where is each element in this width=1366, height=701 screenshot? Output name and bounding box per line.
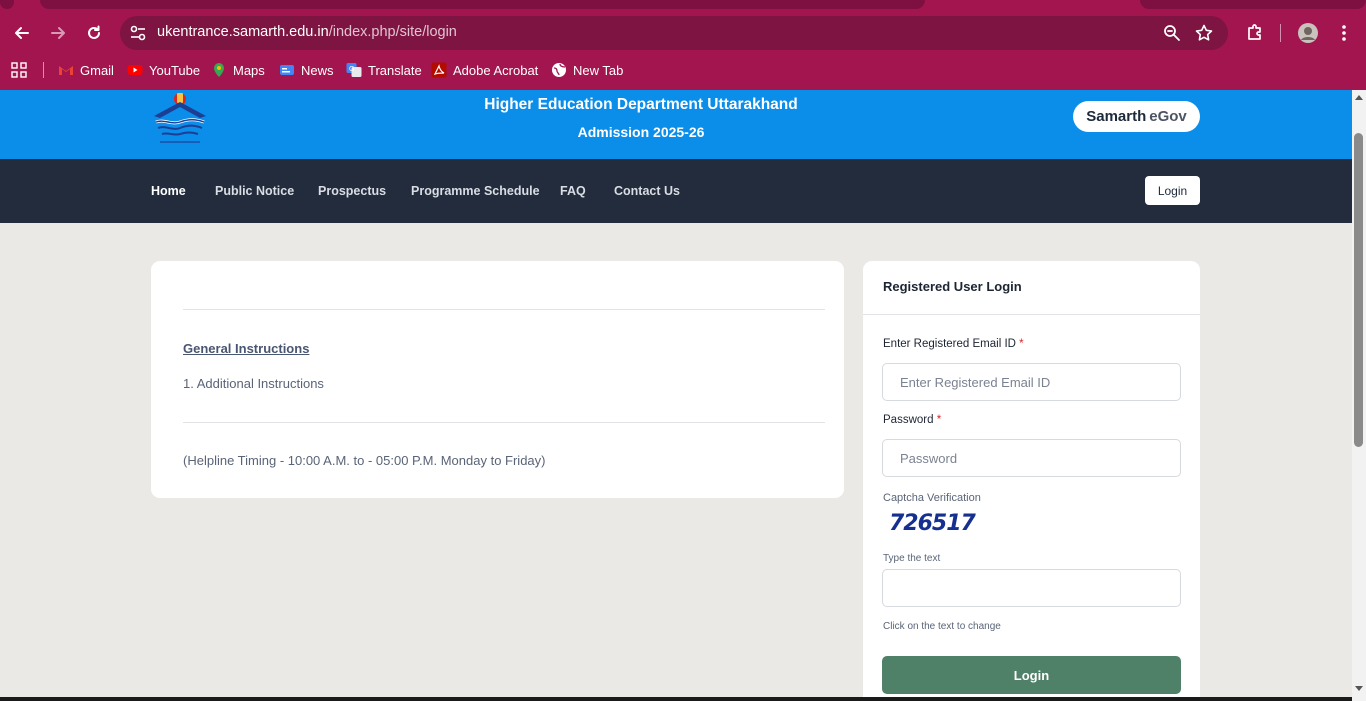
login-card-title: Registered User Login: [883, 279, 1022, 294]
url-host: ukentrance.samarth.edu.in: [157, 24, 329, 40]
bookmark-new-tab[interactable]: New Tab: [551, 60, 623, 80]
bookmark-translate[interactable]: G Translate: [346, 60, 422, 80]
helpline-timing: (Helpline Timing - 10:00 A.M. to - 05:00…: [183, 453, 546, 468]
divider: [863, 314, 1200, 315]
required-mark: *: [936, 414, 942, 426]
bookmark-acrobat[interactable]: Adobe Acrobat: [431, 60, 538, 80]
tab-edge[interactable]: [0, 0, 14, 9]
gmail-icon: [59, 66, 73, 75]
scroll-up-arrow-icon[interactable]: [1355, 95, 1363, 100]
page-viewport: Higher Education Department Uttarakhand …: [0, 90, 1352, 701]
translate-icon: G: [346, 63, 362, 77]
bookmark-label: Adobe Acrobat: [453, 62, 539, 78]
url-text[interactable]: ukentrance.samarth.edu.in/index.php/site…: [157, 24, 457, 40]
password-field[interactable]: [882, 439, 1181, 477]
divider: [183, 422, 825, 423]
login-card: Registered User Login Enter Registered E…: [863, 261, 1200, 701]
tab-strip: [0, 0, 1366, 10]
youtube-icon: [127, 65, 143, 75]
site-banner: Higher Education Department Uttarakhand …: [0, 90, 1352, 159]
extensions-button[interactable]: [1236, 14, 1274, 52]
toolbar-divider: [1280, 24, 1281, 42]
divider: [183, 309, 825, 310]
bookmark-label: Gmail: [80, 62, 114, 78]
profile-button[interactable]: [1289, 14, 1327, 52]
url-path: /index.php/site/login: [328, 24, 457, 40]
instruction-item: 1. Additional Instructions: [183, 376, 324, 391]
bookmark-label: Maps: [233, 62, 265, 78]
captcha-label: Captcha Verification: [883, 492, 981, 504]
bookmark-label: Translate: [368, 62, 422, 78]
required-mark: *: [1019, 338, 1024, 350]
reload-button[interactable]: [75, 14, 113, 52]
bottom-edge-strip: [0, 697, 1352, 701]
nav-contact-us[interactable]: Contact Us: [614, 184, 680, 198]
site-settings-icon[interactable]: [128, 23, 148, 43]
password-label-text: Password: [883, 414, 934, 426]
maps-icon: [214, 63, 224, 77]
apps-button[interactable]: [11, 60, 27, 80]
email-label: Enter Registered Email ID *: [883, 338, 1024, 350]
general-instructions-link[interactable]: General Instructions: [183, 341, 309, 356]
password-label: Password *: [883, 414, 941, 426]
email-label-text: Enter Registered Email ID: [883, 338, 1016, 350]
bookmark-star-icon[interactable]: [1194, 23, 1214, 43]
avatar: [1298, 23, 1318, 43]
bookmark-gmail[interactable]: Gmail: [58, 60, 114, 80]
zoom-icon[interactable]: [1162, 23, 1182, 43]
news-icon: [280, 65, 294, 75]
instructions-card: General Instructions 1. Additional Instr…: [151, 261, 844, 498]
captcha-hint: Click on the text to change: [883, 621, 1001, 632]
browser-toolbar: ukentrance.samarth.edu.in/index.php/site…: [0, 14, 1366, 52]
back-arrow-icon: [15, 27, 29, 39]
nav-faq[interactable]: FAQ: [560, 184, 586, 198]
main-nav: Home Public Notice Prospectus Programme …: [0, 159, 1352, 223]
captcha-input-label: Type the text: [883, 553, 941, 564]
address-bar[interactable]: ukentrance.samarth.edu.in/index.php/site…: [120, 16, 1228, 50]
bookmark-label: YouTube: [149, 62, 201, 78]
page-scrollbar[interactable]: [1352, 90, 1366, 701]
apps-grid-icon: [11, 62, 27, 78]
nav-login-button[interactable]: Login: [1145, 176, 1200, 205]
puzzle-icon: [1248, 24, 1261, 40]
kebab-menu-icon: [1342, 25, 1346, 41]
bookmarks-bar: Gmail YouTube Maps News G Translate Adob…: [0, 57, 1366, 83]
captcha-input[interactable]: [882, 569, 1181, 607]
samarth-egov-logo[interactable]: Samarth eGov: [1073, 101, 1200, 132]
globe-icon: [552, 63, 566, 77]
nav-programme-schedule[interactable]: Programme Schedule: [411, 184, 540, 198]
bookmark-label: News: [301, 62, 334, 78]
scroll-down-arrow-icon[interactable]: [1355, 686, 1363, 691]
nav-prospectus[interactable]: Prospectus: [318, 184, 386, 198]
bookmarks-divider: [43, 62, 44, 78]
bookmark-news[interactable]: News: [279, 60, 334, 80]
captcha-image[interactable]: 726517: [889, 511, 976, 536]
scrollbar-thumb[interactable]: [1354, 133, 1363, 447]
forward-arrow-icon: [51, 27, 65, 39]
nav-home[interactable]: Home: [151, 184, 186, 198]
login-submit-button[interactable]: Login: [882, 656, 1181, 694]
email-field[interactable]: [882, 363, 1181, 401]
menu-button[interactable]: [1325, 14, 1363, 52]
back-button[interactable]: [3, 14, 41, 52]
brand-main: Samarth: [1086, 108, 1147, 125]
acrobat-icon: [431, 62, 447, 78]
brand-accent: eGov: [1149, 108, 1187, 125]
reload-icon: [88, 25, 100, 39]
browser-chrome: ukentrance.samarth.edu.in/index.php/site…: [0, 0, 1366, 90]
nav-public-notice[interactable]: Public Notice: [215, 184, 294, 198]
svg-text:G: G: [349, 66, 354, 73]
bookmark-youtube[interactable]: YouTube: [127, 60, 200, 80]
bookmark-label: New Tab: [573, 62, 624, 78]
forward-button[interactable]: [39, 14, 77, 52]
bookmark-maps[interactable]: Maps: [211, 60, 265, 80]
active-tab[interactable]: [40, 0, 925, 9]
inactive-tab[interactable]: [1140, 0, 1366, 9]
